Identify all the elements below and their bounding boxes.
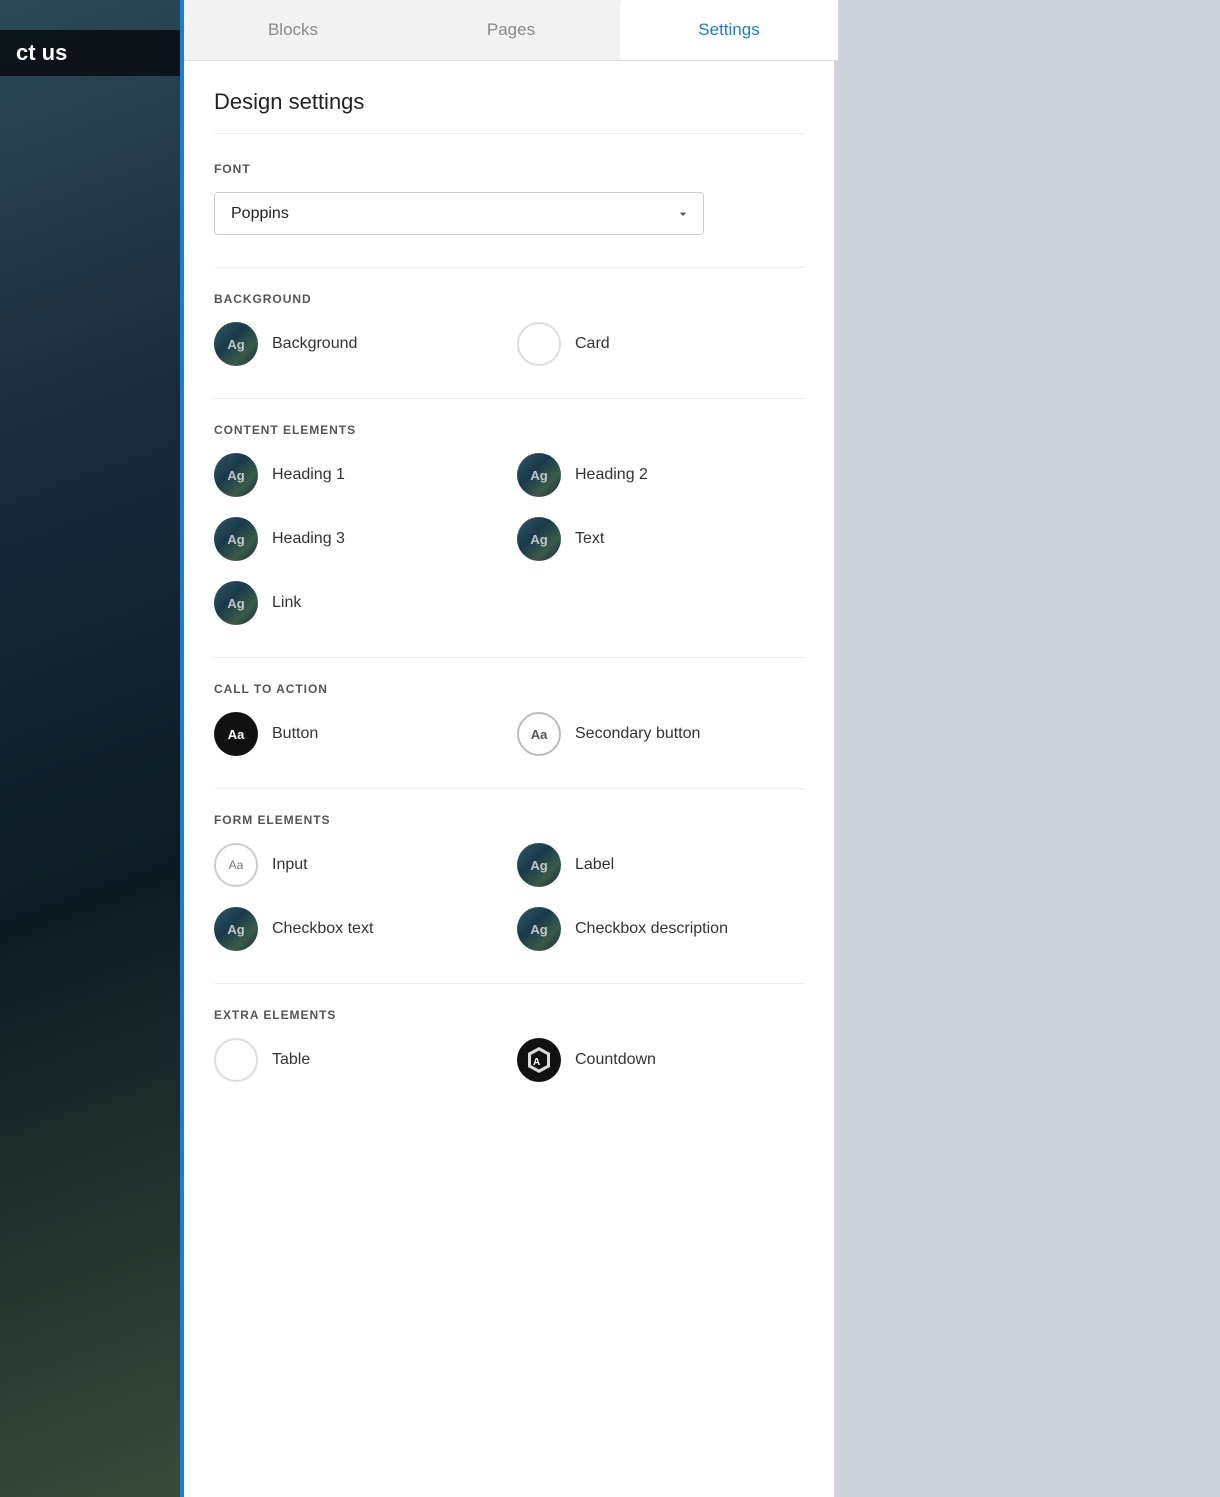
divider-cta [214,788,804,789]
content-elements-label: CONTENT ELEMENTS [214,423,804,437]
form-elements-section: FORM ELEMENTS Input Label Checkbox text [214,813,804,951]
extra-elements-label: EXTRA ELEMENTS [214,1008,804,1022]
heading2-avatar [517,453,561,497]
heading1-avatar [214,453,258,497]
text-label: Text [575,530,604,548]
divider-font [214,267,804,268]
right-panel [838,0,1220,1497]
card-item-label: Card [575,335,610,353]
label-avatar [517,843,561,887]
tab-pages[interactable]: Pages [402,0,620,60]
cta-label: CALL TO ACTION [214,682,804,696]
page-title: Design settings [214,89,804,134]
heading3-label: Heading 3 [272,530,345,548]
checkbox-text-avatar [214,907,258,951]
font-label: FONT [214,162,804,176]
table-item[interactable]: Table [214,1038,501,1082]
label-item[interactable]: Label [517,843,804,887]
heading3-avatar [214,517,258,561]
divider-bg [214,398,804,399]
heading2-item[interactable]: Heading 2 [517,453,804,497]
checkbox-description-item[interactable]: Checkbox description [517,907,804,951]
label-item-label: Label [575,856,614,874]
text-item[interactable]: Text [517,517,804,561]
background-image [0,0,180,1497]
tab-blocks[interactable]: Blocks [184,0,402,60]
button-label: Button [272,725,318,743]
extra-elements-items: Table A Countdown [214,1038,804,1082]
left-image-panel: ct us [0,0,180,1497]
input-avatar [214,843,258,887]
checkbox-description-label: Checkbox description [575,920,728,938]
checkbox-text-label: Checkbox text [272,920,373,938]
input-label: Input [272,856,308,874]
checkbox-description-avatar [517,907,561,951]
link-label: Link [272,594,301,612]
divider-form [214,983,804,984]
heading1-label: Heading 1 [272,466,345,484]
divider-content [214,657,804,658]
content-elements-section: CONTENT ELEMENTS Heading 1 Heading 2 Hea… [214,423,804,625]
content-elements-items: Heading 1 Heading 2 Heading 3 Text [214,453,804,625]
card-item[interactable]: Card [517,322,804,366]
background-avatar [214,322,258,366]
background-item-label: Background [272,335,357,353]
font-section: FONT Poppins Roboto Open Sans Lato Monts… [214,162,804,235]
button-item[interactable]: Button [214,712,501,756]
form-elements-items: Input Label Checkbox text Checkbox descr… [214,843,804,951]
background-item[interactable]: Background [214,322,501,366]
secondary-button-avatar [517,712,561,756]
link-item[interactable]: Link [214,581,501,625]
settings-content: Design settings FONT Poppins Roboto Open… [184,61,834,1497]
left-panel-text: ct us [0,30,180,76]
secondary-button-item[interactable]: Secondary button [517,712,804,756]
heading1-item[interactable]: Heading 1 [214,453,501,497]
countdown-item[interactable]: A Countdown [517,1038,804,1082]
form-elements-label: FORM ELEMENTS [214,813,804,827]
countdown-avatar: A [517,1038,561,1082]
table-label: Table [272,1051,310,1069]
svg-text:A: A [533,1057,540,1068]
button-avatar [214,712,258,756]
cta-items: Button Secondary button [214,712,804,756]
card-avatar [517,322,561,366]
background-section: BACKGROUND Background Card [214,292,804,366]
heading3-item[interactable]: Heading 3 [214,517,501,561]
countdown-label: Countdown [575,1051,656,1069]
heading2-label: Heading 2 [575,466,648,484]
background-label: BACKGROUND [214,292,804,306]
secondary-button-label: Secondary button [575,725,700,743]
text-avatar [517,517,561,561]
input-item[interactable]: Input [214,843,501,887]
link-avatar [214,581,258,625]
extra-elements-section: EXTRA ELEMENTS Table A Countdown [214,1008,804,1082]
tab-settings[interactable]: Settings [620,0,838,60]
table-avatar [214,1038,258,1082]
cta-section: CALL TO ACTION Button Secondary button [214,682,804,756]
tab-bar: Blocks Pages Settings [184,0,838,61]
checkbox-text-item[interactable]: Checkbox text [214,907,501,951]
settings-panel: Design settings FONT Poppins Roboto Open… [184,61,834,1497]
font-select[interactable]: Poppins Roboto Open Sans Lato Montserrat [214,192,704,235]
background-items: Background Card [214,322,804,366]
